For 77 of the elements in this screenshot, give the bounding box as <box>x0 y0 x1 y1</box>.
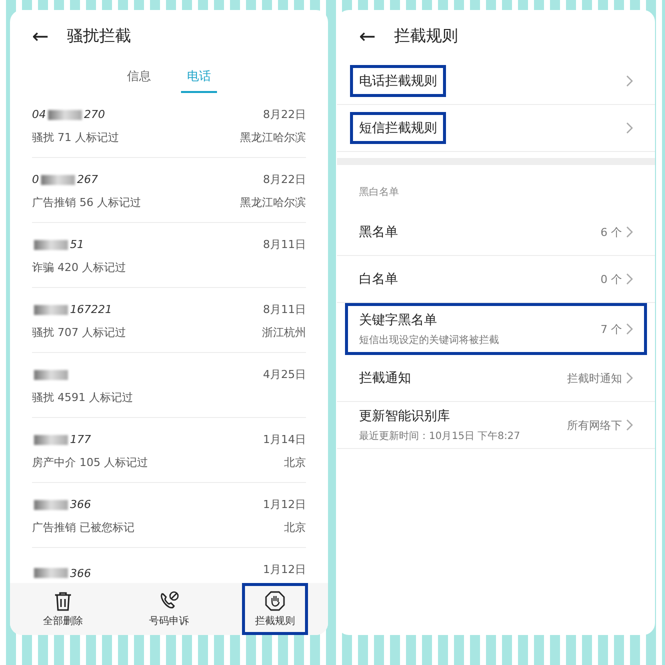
redaction-mark <box>41 174 75 184</box>
phone-number: 04 <box>32 108 46 121</box>
toolbar-button[interactable]: 号码申诉 <box>136 583 202 635</box>
redaction-mark <box>48 110 82 120</box>
phone-number: 177 <box>70 433 91 446</box>
chevron-icon <box>626 419 633 431</box>
chevron-icon <box>626 226 633 238</box>
settings-row[interactable]: 黑名单 6 个 <box>337 209 655 256</box>
call-date: 1月12日 <box>263 562 306 578</box>
call-date: 4月25日 <box>263 367 306 382</box>
phone-number: 51 <box>70 238 84 251</box>
row-label: 更新智能识别库 <box>359 408 451 425</box>
page-title: 拦截规则 <box>394 26 458 46</box>
row-label: 黑名单 <box>359 224 398 241</box>
call-date: 8月11日 <box>262 302 306 317</box>
phone-number: 167221 <box>70 303 112 316</box>
call-date: 8月11日 <box>263 237 306 252</box>
hand-icon <box>265 590 285 610</box>
row-value: 0 个 <box>600 272 622 286</box>
call-tag: 广告推销 56 人标记过 <box>32 195 240 210</box>
redaction-mark <box>34 500 68 510</box>
row-label: 短信拦截规则 <box>350 112 446 144</box>
phone-number: 0 <box>32 173 39 186</box>
row-label: 白名单 <box>359 271 398 288</box>
call-date: 8月22日 <box>262 172 306 187</box>
row-value: 7 个 <box>600 322 622 336</box>
phone-number: 267 <box>77 173 98 186</box>
settings-row[interactable]: 电话拦截规则 <box>337 58 655 105</box>
row-value: 拦截时通知 <box>567 370 622 386</box>
call-date: 8月22日 <box>262 107 306 122</box>
tab[interactable]: 信息 <box>121 64 157 93</box>
row-label: 拦截通知 <box>359 370 411 387</box>
redaction-mark <box>34 434 68 444</box>
call-date: 1月14日 <box>263 432 306 447</box>
settings-row[interactable]: 更新智能识别库 最近更新时间：10月15日 下午8:27 所有网络下 <box>337 402 655 449</box>
chevron-icon <box>626 75 633 87</box>
row-subtitle: 短信出现设定的关键词将被拦截 <box>359 334 499 347</box>
call-location: 黑龙江哈尔滨 <box>240 130 306 145</box>
row-label: 电话拦截规则 <box>350 65 446 97</box>
redaction-mark <box>34 568 68 578</box>
row-subtitle: 最近更新时间：10月15日 下午8:27 <box>359 430 520 443</box>
call-tag: 骚扰 71 人标记过 <box>32 130 240 145</box>
phone-number: 366 <box>70 566 91 580</box>
call-location: 浙江杭州 <box>262 325 306 340</box>
redaction-mark <box>34 304 68 314</box>
toolbar-button[interactable]: 全部删除 <box>30 583 96 635</box>
phone-number: 366 <box>70 498 91 511</box>
phone-icon <box>159 590 179 610</box>
call-tag: 诈骗 420 人标记过 <box>32 260 263 275</box>
settings-row[interactable]: 关键字黑名单 短信出现设定的关键词将被拦截 7 个 <box>345 303 647 355</box>
redaction-mark <box>34 370 68 380</box>
toolbar-button[interactable]: 拦截规则 <box>242 583 308 635</box>
chevron-icon <box>626 122 633 134</box>
call-location: 北京 <box>283 520 306 535</box>
settings-row[interactable]: 拦截通知 拦截时通知 <box>337 355 655 402</box>
settings-row[interactable]: 白名单 0 个 <box>337 256 655 303</box>
trash-icon <box>54 590 72 610</box>
call-date: 1月12日 <box>263 497 306 512</box>
back-arrow[interactable]: ← <box>359 24 376 48</box>
chevron-icon <box>626 372 633 384</box>
call-tag: 骚扰 707 人标记过 <box>32 325 262 340</box>
settings-row[interactable]: 短信拦截规则 <box>337 105 655 152</box>
page-title: 骚扰拦截 <box>66 26 131 46</box>
chevron-icon <box>626 323 633 335</box>
row-value: 6 个 <box>600 224 622 240</box>
back-arrow[interactable]: ← <box>32 24 49 48</box>
phone-number: 270 <box>84 108 105 121</box>
section-label: 黑白名单 <box>358 186 400 200</box>
call-location: 北京 <box>283 455 306 470</box>
row-value: 所有网络下 <box>567 418 622 432</box>
row-label: 关键字黑名单 <box>359 312 438 329</box>
redaction-mark <box>34 240 68 250</box>
call-tag: 骚扰 4591 人标记过 <box>32 390 263 405</box>
chevron-icon <box>626 273 633 285</box>
call-tag: 房产中介 105 人标记过 <box>32 455 263 470</box>
call-location: 黑龙江哈尔滨 <box>240 195 306 210</box>
call-tag: 广告推销 已被您标记 <box>32 520 263 535</box>
